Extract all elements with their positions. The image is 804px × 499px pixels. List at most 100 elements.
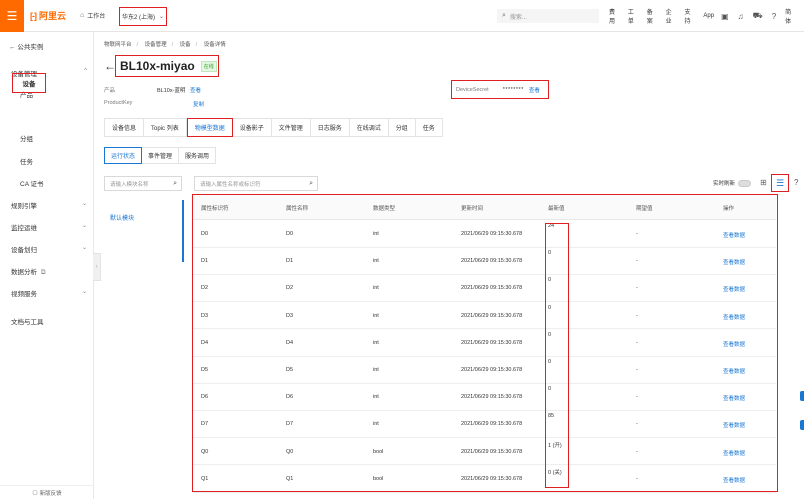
secret-view-link[interactable]: 查看 bbox=[529, 86, 540, 94]
cell-action[interactable]: 查看数据 bbox=[723, 476, 745, 484]
realtime-toggle[interactable] bbox=[738, 179, 752, 187]
workbench-link[interactable]: ⌂ 工作台 bbox=[80, 11, 105, 20]
cell-updated: 2021/06/29 09:15:30.678 bbox=[461, 394, 523, 401]
help-icon[interactable]: ? bbox=[772, 12, 776, 21]
menu-icon[interactable]: ☰ bbox=[0, 0, 24, 32]
sidebar-group-video[interactable]: 视频服务 ⌄ bbox=[11, 288, 91, 298]
cell-updated: 2021/06/29 09:15:30.678 bbox=[461, 475, 523, 482]
table-row: D5 D5 int 2021/06/29 09:15:30.678 0- 查看数据 bbox=[193, 356, 776, 384]
cell-expected: - bbox=[636, 312, 638, 319]
sidebar-item-group[interactable]: 分组 bbox=[20, 133, 33, 143]
help-icon[interactable]: ? bbox=[794, 178, 798, 187]
cell-type: int bbox=[373, 421, 379, 428]
sidebar-group-rules[interactable]: 规则引擎 ⌄ bbox=[11, 200, 91, 210]
sidebar-group-analysis[interactable]: 数据分析 ⧉ bbox=[11, 266, 91, 277]
breadcrumb-item[interactable]: 物联网平台 bbox=[104, 42, 132, 48]
status-badge: 在线 bbox=[200, 60, 217, 72]
cell-name: D1 bbox=[286, 258, 294, 265]
module-list: 默认模块 bbox=[104, 200, 184, 262]
module-search-input[interactable]: 请输入模块名称 ⌕ bbox=[104, 176, 182, 191]
aliyun-logo[interactable]: [-] 阿里云 bbox=[30, 9, 66, 22]
sidebar-group-monitor[interactable]: 监控运维 ⌄ bbox=[11, 222, 91, 232]
tab-thing-model-data[interactable]: 物模型数据 bbox=[186, 118, 233, 137]
grid-view-icon[interactable]: ⊞ bbox=[760, 178, 767, 187]
tab-log-service[interactable]: 日志服务 bbox=[310, 118, 350, 137]
nav-fees[interactable]: 费用 bbox=[609, 7, 621, 25]
attribute-search-placeholder: 请输入属性名称或标识符 bbox=[200, 181, 261, 188]
cell-updated: 2021/06/29 09:15:30.678 bbox=[461, 312, 523, 319]
table-row: Q0 Q0 bool 2021/06/29 09:15:30.678 1 (开) - 查看数… bbox=[193, 438, 776, 466]
cell-name: Q0 bbox=[286, 448, 294, 455]
tab-online-debug[interactable]: 在线调试 bbox=[349, 118, 389, 137]
bell-icon[interactable]: ♫ bbox=[738, 12, 744, 21]
group-label: 数据分析 bbox=[11, 269, 37, 276]
nav-app[interactable]: App bbox=[703, 13, 714, 19]
cell-updated: 2021/06/29 09:15:30.678 bbox=[461, 339, 523, 346]
nav-icp[interactable]: 备案 bbox=[647, 7, 659, 25]
group-label: 视频服务 bbox=[11, 291, 37, 298]
logo-mark-icon: [-] bbox=[30, 10, 37, 21]
productkey-label: ProductKey bbox=[104, 100, 133, 106]
cell-updated: 2021/06/29 09:15:30.678 bbox=[461, 231, 523, 237]
cell-action[interactable]: 查看数据 bbox=[723, 394, 745, 402]
subtab-service-call[interactable]: 服务调用 bbox=[179, 147, 217, 164]
col-action: 操作 bbox=[723, 206, 735, 212]
nav-enterprise[interactable]: 企业 bbox=[666, 7, 678, 25]
tab-file-mgmt[interactable]: 文件管理 bbox=[271, 118, 311, 137]
nav-support[interactable]: 支持 bbox=[685, 7, 697, 25]
group-label: 设备划归 bbox=[11, 247, 37, 254]
col-type: 数据类型 bbox=[373, 206, 396, 212]
tab-group[interactable]: 分组 bbox=[388, 118, 416, 137]
chevron-down-icon: ⌄ bbox=[81, 289, 87, 295]
table-row: D3 D3 int 2021/06/29 09:15:30.678 0- 查看数据 bbox=[193, 302, 776, 330]
sub-tabs: 运行状态 事件管理 服务调用 bbox=[104, 147, 217, 164]
cart-icon[interactable]: ⛟ bbox=[753, 11, 763, 21]
cell-action[interactable]: 查看数据 bbox=[723, 285, 745, 293]
product-view-link[interactable]: 查看 bbox=[190, 88, 201, 94]
terminal-icon[interactable]: ▣ bbox=[721, 12, 729, 21]
nav-tickets[interactable]: 工单 bbox=[628, 7, 640, 25]
search-input[interactable]: ⌕ 搜索... bbox=[497, 9, 599, 23]
sidebar-group-assign[interactable]: 设备划归 ⌄ bbox=[11, 244, 91, 254]
tab-task[interactable]: 任务 bbox=[415, 118, 443, 137]
nav-language[interactable]: 简体 bbox=[785, 7, 797, 25]
arrow-left-icon: ← bbox=[9, 44, 16, 51]
chevron-down-icon: ⌄ bbox=[158, 14, 165, 20]
sidebar-item-task[interactable]: 任务 bbox=[20, 156, 33, 166]
table-row: D7 D7 int 2021/06/29 09:15:30.678 85- 查看数据 bbox=[193, 410, 776, 439]
breadcrumb-item[interactable]: 设备 bbox=[180, 42, 191, 48]
productkey-copy-link[interactable]: 复制 bbox=[193, 100, 204, 108]
sidebar-group-docs[interactable]: 文档与工具 bbox=[11, 316, 91, 326]
cell-expected: - bbox=[636, 448, 638, 455]
cell-updated: 2021/06/29 09:15:30.678 bbox=[461, 285, 523, 292]
subtab-event-mgmt[interactable]: 事件管理 bbox=[142, 147, 180, 164]
module-default[interactable]: 默认模块 bbox=[110, 213, 134, 222]
cell-action[interactable]: 查看数据 bbox=[723, 449, 745, 457]
cell-action[interactable]: 查看数据 bbox=[723, 313, 745, 321]
list-view-icon[interactable]: ☰ bbox=[771, 174, 789, 192]
back-to-instance[interactable]: ← 公共实例 bbox=[9, 41, 43, 51]
feedback-button[interactable]: ▢ 新版反馈 bbox=[0, 485, 94, 499]
attribute-search-input[interactable]: 请输入属性名称或标识符 ⌕ bbox=[194, 176, 318, 191]
cell-action[interactable]: 查看数据 bbox=[723, 367, 745, 375]
tab-device-info[interactable]: 设备信息 bbox=[104, 118, 145, 137]
tab-topic-list[interactable]: Topic 列表 bbox=[144, 118, 187, 137]
realtime-refresh: 实时刷新 bbox=[713, 179, 752, 187]
cell-type: int bbox=[373, 231, 379, 237]
cell-action[interactable]: 查看数据 bbox=[723, 258, 745, 266]
table-row: D4 D4 int 2021/06/29 09:15:30.678 0- 查看数据 bbox=[193, 329, 776, 357]
breadcrumb-item[interactable]: 设备管理 bbox=[145, 42, 167, 48]
cell-expected: - bbox=[636, 231, 638, 237]
external-link-icon: ⧉ bbox=[40, 269, 46, 276]
tab-device-shadow[interactable]: 设备影子 bbox=[232, 118, 272, 137]
cell-name: D6 bbox=[286, 394, 294, 401]
subtab-runtime-status[interactable]: 运行状态 bbox=[104, 147, 143, 164]
sidebar-item-device[interactable]: 设备 bbox=[12, 73, 46, 93]
cell-action[interactable]: 查看数据 bbox=[723, 421, 745, 429]
breadcrumb-current: 设备详情 bbox=[203, 42, 226, 48]
sidebar-item-ca-cert[interactable]: CA 证书 bbox=[20, 178, 43, 188]
cell-action[interactable]: 查看数据 bbox=[723, 231, 745, 239]
sidebar-collapse-handle[interactable]: ‹ bbox=[93, 253, 101, 281]
region-selector[interactable]: 华东2 (上海) ⌄ bbox=[119, 7, 167, 26]
cell-action[interactable]: 查看数据 bbox=[723, 340, 745, 348]
